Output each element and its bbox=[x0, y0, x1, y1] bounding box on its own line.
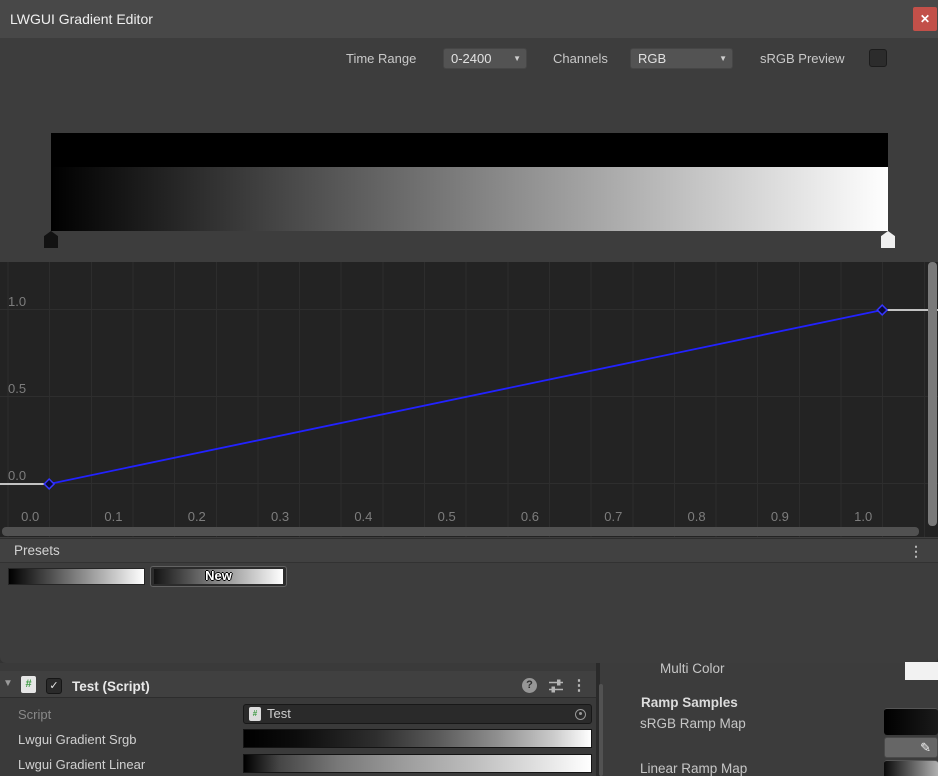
script-object-field[interactable]: # Test bbox=[243, 704, 592, 724]
material-panel-scrollbar[interactable] bbox=[599, 684, 603, 776]
csharp-script-icon: # bbox=[21, 676, 36, 693]
help-icon[interactable]: ? bbox=[522, 678, 537, 693]
gradient-preview-top-strip[interactable] bbox=[51, 133, 888, 167]
csharp-script-icon: # bbox=[249, 707, 261, 721]
presets-title: Presets bbox=[14, 539, 60, 562]
object-picker-icon[interactable] bbox=[575, 709, 586, 720]
chevron-down-icon: ▼ bbox=[719, 49, 727, 68]
channels-dropdown[interactable]: RGB ▼ bbox=[630, 48, 733, 69]
close-button[interactable]: ✕ bbox=[913, 7, 937, 31]
ramp-samples-header: Ramp Samples bbox=[641, 695, 738, 710]
x-tick-label: 0.8 bbox=[688, 509, 706, 524]
chevron-down-icon: ▼ bbox=[513, 49, 521, 68]
multi-color-label: Multi Color bbox=[660, 661, 725, 676]
x-tick-label: 0.4 bbox=[354, 509, 372, 524]
x-tick-label: 0.9 bbox=[771, 509, 789, 524]
edit-ramp-button[interactable]: ✎ bbox=[884, 737, 938, 758]
presets-icon[interactable] bbox=[548, 679, 564, 693]
gradient-preview-main[interactable] bbox=[51, 167, 888, 231]
time-range-value: 0-2400 bbox=[451, 51, 491, 66]
x-tick-label: 0.2 bbox=[188, 509, 206, 524]
curve-key-marker[interactable] bbox=[44, 479, 54, 489]
x-tick-label: 0.6 bbox=[521, 509, 539, 524]
kebab-menu-icon[interactable]: ⋮ bbox=[570, 676, 588, 694]
curve-editor[interactable]: 0.0 0.1 0.2 0.3 0.4 0.5 0.6 0.7 0.8 0.9 1.0 1.0 0.5 0… bbox=[0, 262, 938, 537]
curve-key-marker[interactable] bbox=[877, 305, 887, 315]
vertical-scrollbar[interactable] bbox=[928, 262, 937, 526]
pencil-icon: ✎ bbox=[920, 740, 931, 755]
curve-plot[interactable] bbox=[0, 262, 938, 537]
gradient-srgb-label: Lwgui Gradient Srgb bbox=[18, 732, 137, 747]
y-tick-label: 0.5 bbox=[8, 382, 26, 396]
horizontal-scrollbar[interactable] bbox=[2, 527, 919, 536]
multi-color-swatch[interactable] bbox=[905, 662, 938, 680]
srgb-preview-label: sRGB Preview bbox=[760, 51, 845, 67]
component-enabled-checkbox[interactable]: ✓ bbox=[46, 678, 62, 694]
gradient-editor-window: LWGUI Gradient Editor ✕ Time Range 0-240… bbox=[0, 0, 938, 663]
y-tick-label: 1.0 bbox=[8, 295, 26, 309]
component-title: Test (Script) bbox=[72, 679, 150, 694]
x-tick-label: 0.5 bbox=[438, 509, 456, 524]
x-tick-label: 1.0 bbox=[854, 509, 872, 524]
presets-header: Presets ⋮ bbox=[0, 538, 938, 563]
linear-ramp-map-preview[interactable] bbox=[884, 760, 938, 776]
srgb-ramp-map-preview[interactable] bbox=[884, 708, 938, 735]
linear-ramp-map-label: Linear Ramp Map bbox=[640, 761, 747, 776]
script-row-label: Script bbox=[18, 707, 51, 722]
titlebar[interactable]: LWGUI Gradient Editor ✕ bbox=[0, 0, 938, 38]
component-header[interactable]: ▼ # ✓ Test (Script) ? ⋮ bbox=[0, 671, 596, 698]
channels-label: Channels bbox=[553, 51, 608, 67]
gradient-stop-right[interactable] bbox=[881, 231, 895, 248]
window-title: LWGUI Gradient Editor bbox=[10, 0, 153, 38]
time-range-label: Time Range bbox=[346, 51, 416, 67]
srgb-preview-checkbox[interactable] bbox=[869, 49, 887, 67]
preset-item-new[interactable]: New bbox=[150, 566, 287, 587]
gradient-stop-left[interactable] bbox=[44, 231, 58, 248]
gradient-linear-field[interactable] bbox=[243, 754, 592, 773]
preset-new-label: New bbox=[151, 568, 286, 583]
preset-item-default[interactable] bbox=[8, 568, 145, 585]
gradient-linear-label: Lwgui Gradient Linear bbox=[18, 757, 145, 772]
srgb-ramp-map-label: sRGB Ramp Map bbox=[640, 716, 746, 731]
gradient-srgb-field[interactable] bbox=[243, 729, 592, 748]
x-tick-label: 0.3 bbox=[271, 509, 289, 524]
time-range-dropdown[interactable]: 0-2400 ▼ bbox=[443, 48, 527, 69]
kebab-menu-icon[interactable]: ⋮ bbox=[906, 539, 926, 563]
channels-value: RGB bbox=[638, 51, 666, 66]
y-tick-label: 0.0 bbox=[8, 469, 26, 483]
x-tick-label: 0.1 bbox=[104, 509, 122, 524]
script-object-value: Test bbox=[267, 705, 291, 723]
foldout-icon[interactable]: ▼ bbox=[3, 678, 13, 689]
close-icon: ✕ bbox=[920, 12, 930, 26]
x-tick-label: 0.0 bbox=[21, 509, 39, 524]
x-tick-label: 0.7 bbox=[604, 509, 622, 524]
